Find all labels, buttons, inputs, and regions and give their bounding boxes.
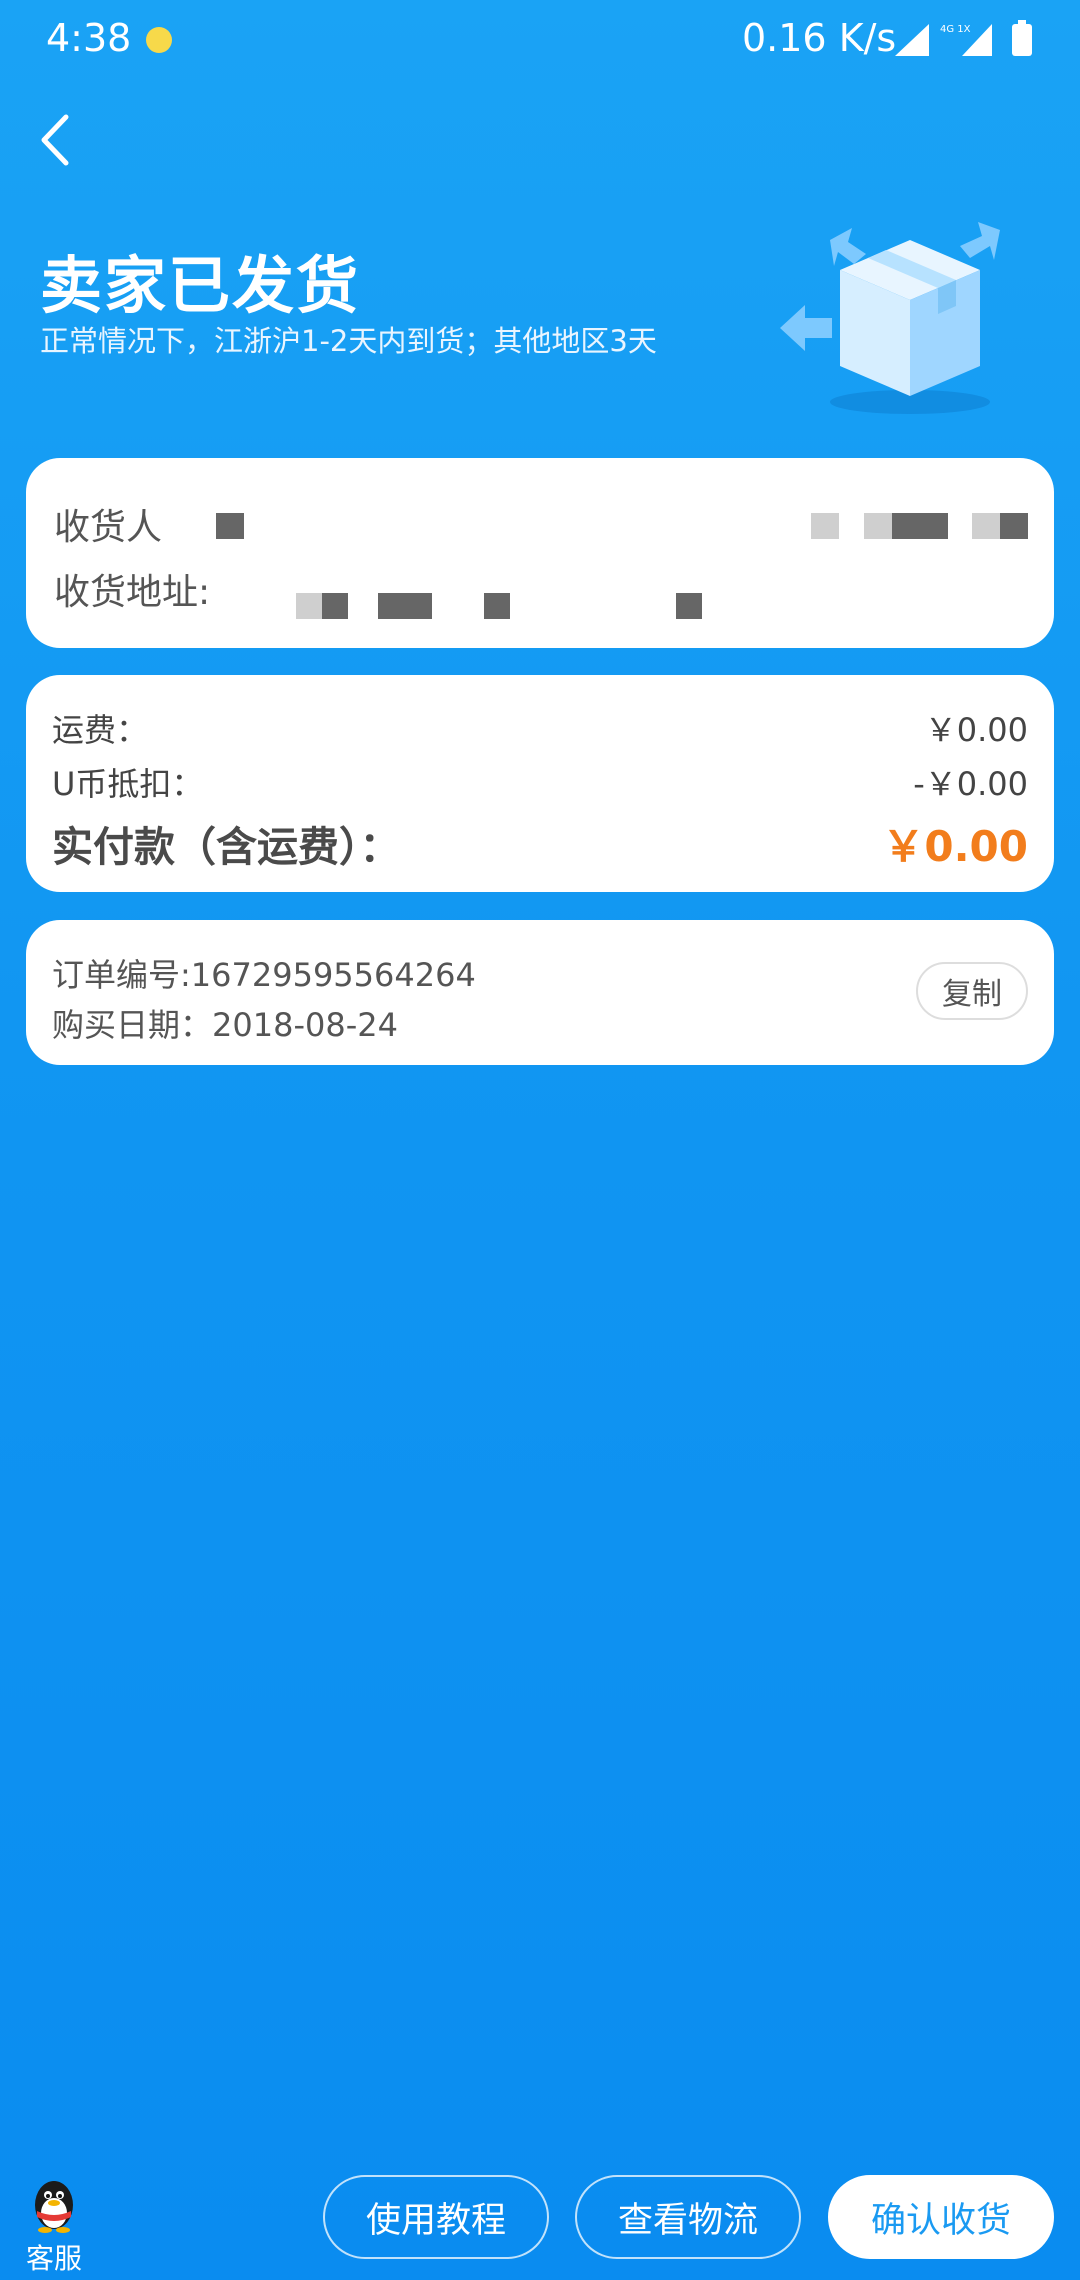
redacted-block — [322, 593, 348, 619]
back-button[interactable] — [30, 105, 90, 175]
tutorial-button[interactable]: 使用教程 — [323, 2175, 549, 2259]
back-arrow-icon — [41, 114, 69, 166]
total-paid-value: ￥0.00 — [882, 822, 1028, 871]
order-number: 订单编号:16729595564264 — [52, 956, 476, 994]
redacted-block — [892, 513, 948, 539]
redacted-block — [378, 593, 432, 619]
shipping-fee-label: 运费： — [52, 711, 149, 749]
signal-icon — [962, 24, 992, 56]
qq-penguin-icon — [27, 2175, 81, 2235]
redacted-block — [972, 513, 1000, 539]
total-paid-label: 实付款（含运费）： — [52, 823, 401, 871]
order-info-card: 订单编号:16729595564264 购买日期：2018-08-24 复制 — [26, 920, 1054, 1065]
receiver-label: 收货人 — [54, 507, 163, 548]
package-box-icon — [760, 210, 1020, 420]
redacted-block — [296, 593, 322, 619]
page-title: 卖家已发货 — [40, 249, 361, 322]
address-card: 收货人 收货地址: — [26, 458, 1054, 648]
address-label: 收货地址: — [54, 572, 211, 613]
customer-service-button[interactable]: 客服 — [24, 2175, 84, 2277]
status-bar: 4:38 0.16 K/s 4G 1X — [0, 0, 1080, 80]
delivery-note: 正常情况下，江浙沪1-2天内到货；其他地区3天 — [40, 324, 657, 358]
network-speed: 0.16 K/s — [742, 16, 897, 60]
confirm-receipt-button[interactable]: 确认收货 — [828, 2175, 1054, 2259]
customer-service-label: 客服 — [25, 2242, 82, 2275]
purchase-date: 购买日期：2018-08-24 — [52, 1006, 398, 1044]
ucoin-deduction-value: -￥0.00 — [913, 765, 1028, 803]
redacted-block — [216, 513, 244, 539]
notification-dot-icon — [146, 27, 172, 53]
redacted-block — [1000, 513, 1028, 539]
redacted-block — [484, 593, 510, 619]
redacted-block — [811, 513, 839, 539]
ucoin-deduction-label: U币抵扣： — [52, 765, 204, 803]
view-logistics-button[interactable]: 查看物流 — [575, 2175, 801, 2259]
status-time: 4:38 — [46, 16, 132, 60]
payment-summary-card: 运费： ￥0.00 U币抵扣： -￥0.00 实付款（含运费）： ￥0.00 — [26, 675, 1054, 892]
battery-icon — [1012, 20, 1032, 56]
signal-icon — [895, 24, 929, 56]
redacted-block — [676, 593, 702, 619]
copy-order-number-button[interactable]: 复制 — [916, 962, 1028, 1020]
redacted-block — [864, 513, 892, 539]
shipping-fee-value: ￥0.00 — [924, 711, 1028, 749]
